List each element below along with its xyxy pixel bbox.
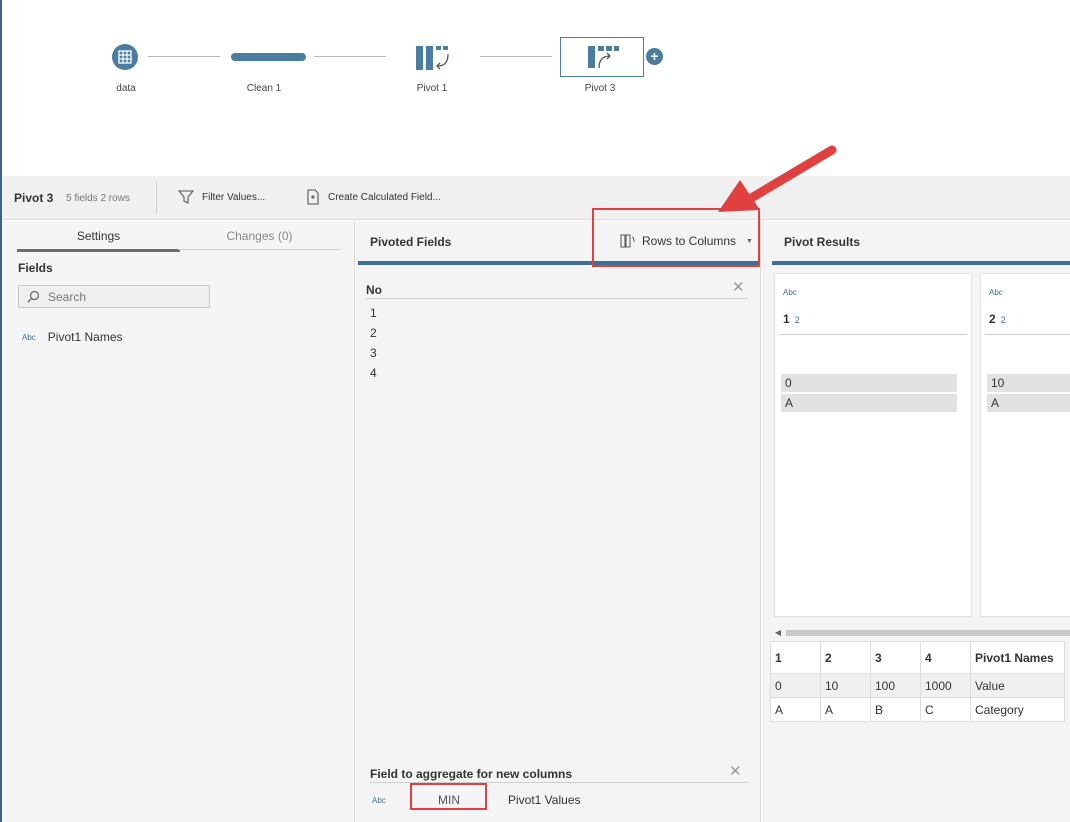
column-value[interactable]: A [987, 394, 1070, 412]
flow-node-pivot3[interactable] [560, 37, 644, 77]
card-divider [779, 334, 967, 335]
pivoted-fields-title: Pivoted Fields [370, 235, 452, 249]
flow-node-label: data [116, 83, 136, 94]
filter-values-button[interactable]: Filter Values... [178, 189, 265, 205]
flow-connector [148, 56, 220, 57]
column-name-text: 2 [989, 312, 996, 326]
column-value[interactable]: 10 [987, 374, 1070, 392]
search-input[interactable]: Search [18, 285, 210, 308]
filter-values-label: Filter Values... [202, 191, 266, 203]
table-header-row: 1 2 3 4 Pivot1 Names [770, 641, 1065, 674]
calculated-field-icon [307, 189, 319, 205]
flow-node-label: Clean 1 [246, 83, 282, 94]
pivot-value-item[interactable]: 4 [370, 366, 377, 380]
table-cell: Value [970, 673, 1065, 698]
pivot-icon [588, 46, 619, 69]
toolbar-divider [156, 182, 157, 214]
pivot-results-title: Pivot Results [784, 235, 861, 249]
horizontal-scrollbar[interactable] [786, 630, 1070, 636]
panel-accent-bar [772, 261, 1070, 265]
string-type-icon: Abc [22, 332, 36, 342]
table-cell: 1000 [920, 673, 971, 698]
results-table: 1 2 3 4 Pivot1 Names 0 10 100 1000 Value… [770, 641, 1065, 722]
step-meta: 5 fields 2 rows [66, 193, 130, 204]
table-cell: B [870, 697, 921, 722]
pivot-value-item[interactable]: 3 [370, 346, 377, 360]
scroll-left-arrow[interactable]: ◀ [772, 627, 784, 639]
table-header[interactable]: 3 [870, 641, 921, 674]
table-row: A A B C Category [770, 697, 1065, 722]
step-title: Pivot 3 [14, 191, 54, 205]
pivoted-fields-panel: Pivoted Fields Rows to Columns ▼ No ✕ 1 … [356, 208, 761, 822]
field-list-item[interactable]: Abc Pivot1 Names [22, 330, 123, 344]
search-icon [27, 290, 40, 303]
flow-connector [314, 56, 386, 57]
pivot-value-item[interactable]: 1 [370, 306, 377, 320]
result-column-card[interactable]: Abc 12 0 A [774, 273, 972, 617]
string-type-icon: Abc [989, 288, 1003, 297]
column-value[interactable]: A [781, 394, 957, 412]
column-name: 22 [989, 312, 1006, 326]
step-toolbar: Pivot 3 5 fields 2 rows Filter Values...… [2, 176, 1070, 220]
pivot-icon [416, 46, 449, 70]
create-calculated-field-label: Create Calculated Field... [328, 191, 441, 203]
search-placeholder: Search [48, 289, 87, 304]
pivot-value-item[interactable]: 2 [370, 326, 377, 340]
table-cell: C [920, 697, 971, 722]
distinct-count: 2 [1000, 315, 1006, 325]
flow-node-label: Pivot 1 [416, 83, 448, 94]
table-cell: 10 [820, 673, 871, 698]
column-value[interactable]: 0 [781, 374, 957, 392]
aggregate-heading: Field to aggregate for new columns [370, 767, 748, 783]
flow-canvas: data Clean 1 Pivot 1 + Pivot 3 [2, 0, 1070, 176]
add-step-button[interactable]: + [646, 48, 663, 65]
table-cell: A [820, 697, 871, 722]
pivot-column-heading: No [366, 283, 748, 299]
table-cell: 0 [770, 673, 821, 698]
aggregate-field-name: Pivot1 Values [508, 793, 581, 807]
flow-node-data[interactable] [112, 44, 138, 70]
filter-icon [178, 190, 194, 204]
fields-heading: Fields [18, 261, 53, 275]
table-row: 0 10 100 1000 Value [770, 673, 1065, 698]
table-cell: Category [970, 697, 1065, 722]
card-divider [985, 334, 1070, 335]
flow-node-clean[interactable] [231, 53, 306, 61]
highlight-box [592, 208, 760, 267]
pivot-results-panel: Pivot Results Abc 12 0 A Abc 22 10 A ◀ 1… [762, 221, 1070, 822]
table-cell: A [770, 697, 821, 722]
flow-node-pivot1[interactable] [412, 42, 456, 74]
table-header[interactable]: 1 [770, 641, 821, 674]
table-header[interactable]: Pivot1 Names [970, 641, 1065, 674]
flow-node-label: Pivot 3 [584, 83, 616, 94]
tab-changes[interactable]: Changes (0) [178, 229, 341, 250]
table-header[interactable]: 4 [920, 641, 971, 674]
string-type-icon: Abc [372, 796, 386, 805]
column-name: 12 [783, 312, 800, 326]
table-header[interactable]: 2 [820, 641, 871, 674]
string-type-icon: Abc [783, 288, 797, 297]
column-name-text: 1 [783, 312, 790, 326]
tab-settings[interactable]: Settings [17, 229, 180, 252]
field-name: Pivot1 Names [47, 330, 123, 344]
table-cell: 100 [870, 673, 921, 698]
close-icon[interactable]: ✕ [729, 764, 742, 779]
settings-panel: Settings Changes (0) Fields Search Abc P… [2, 221, 355, 822]
table-icon [118, 50, 132, 64]
create-calculated-field-button[interactable]: Create Calculated Field... [306, 189, 441, 205]
flow-connector [480, 56, 552, 57]
distinct-count: 2 [794, 315, 800, 325]
close-icon[interactable]: ✕ [732, 280, 745, 295]
highlight-box [410, 783, 487, 810]
result-column-card[interactable]: Abc 22 10 A [980, 273, 1070, 617]
